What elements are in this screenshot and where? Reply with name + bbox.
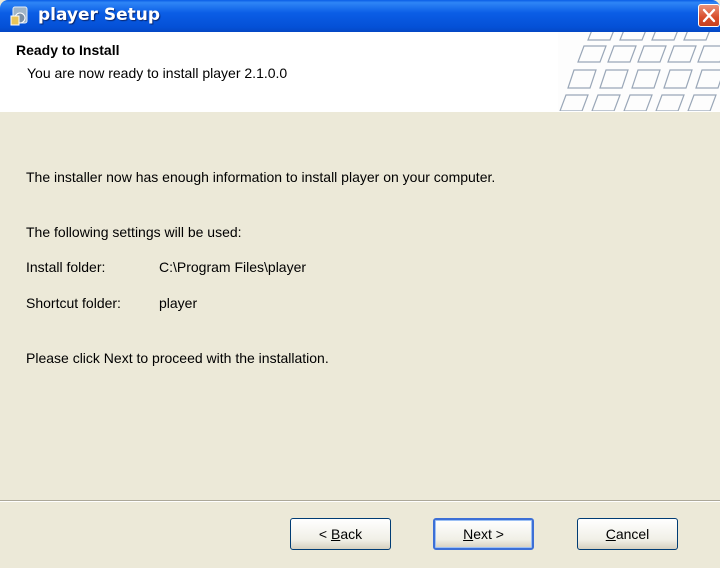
page-subtitle: You are now ready to install player 2.1.… xyxy=(27,65,288,81)
proceed-text: Please click Next to proceed with the in… xyxy=(26,350,329,366)
setup-window: player Setup Ready to Install You are no… xyxy=(0,0,720,568)
close-button[interactable] xyxy=(698,4,720,27)
back-button-accel: B xyxy=(330,526,341,542)
back-button-label: ack xyxy=(340,526,363,542)
next-button-label: ext > xyxy=(473,526,504,542)
back-button-prefix: < xyxy=(318,526,331,542)
keyboard-banner-image xyxy=(558,32,720,111)
shortcut-folder-value: player xyxy=(159,295,198,311)
footer-divider xyxy=(0,500,720,502)
back-button[interactable]: < Back xyxy=(290,518,391,550)
intro-text: The installer now has enough information… xyxy=(26,169,496,185)
content-area: The installer now has enough information… xyxy=(0,112,720,498)
next-button-accel: N xyxy=(463,526,474,542)
cancel-button-label: ancel xyxy=(615,526,650,542)
shortcut-folder-label: Shortcut folder: xyxy=(26,295,121,311)
next-button[interactable]: Next > xyxy=(433,518,534,550)
title-bar[interactable]: player Setup xyxy=(0,0,720,32)
settings-heading: The following settings will be used: xyxy=(26,224,242,240)
header-banner: Ready to Install You are now ready to in… xyxy=(0,32,720,112)
window-title: player Setup xyxy=(38,5,161,25)
install-folder-value: C:\Program Files\player xyxy=(159,259,307,275)
installer-icon xyxy=(10,5,32,27)
install-folder-label: Install folder: xyxy=(26,259,106,275)
close-icon xyxy=(702,8,716,23)
page-title: Ready to Install xyxy=(16,42,120,58)
cancel-button-accel: C xyxy=(605,526,616,542)
cancel-button[interactable]: Cancel xyxy=(577,518,678,550)
